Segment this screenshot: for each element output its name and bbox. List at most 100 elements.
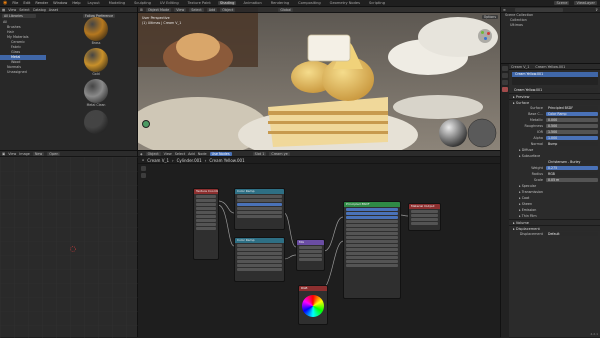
node-header[interactable]: Principled BSDF — [344, 202, 400, 207]
node-socket-row[interactable] — [196, 199, 216, 202]
node-socket-row[interactable] — [346, 212, 398, 215]
workspace-tab-shading[interactable]: Shading — [217, 1, 237, 5]
orientation-dropdown[interactable]: Global — [278, 7, 294, 12]
asset-thumbnail[interactable]: Metal Clean — [78, 79, 114, 107]
node-socket-row[interactable] — [346, 228, 398, 231]
node-socket-row[interactable] — [299, 246, 322, 249]
modifier-tab-icon[interactable] — [502, 80, 508, 85]
material-slot-list[interactable]: Cream Yellow.001 — [512, 72, 598, 85]
asset-thumbnail[interactable]: Gold — [78, 48, 114, 76]
viewport-menu-view[interactable]: View — [174, 7, 187, 12]
catalog-item-unassigned[interactable]: Unassigned — [0, 70, 46, 75]
navigation-gizmo[interactable] — [478, 29, 492, 43]
node-socket-row[interactable] — [196, 195, 216, 198]
property-field[interactable]: RGB — [546, 171, 598, 177]
displacement-field[interactable]: Default — [546, 231, 598, 237]
image-menu-view[interactable]: View — [8, 152, 16, 156]
node-socket-row[interactable] — [237, 260, 282, 263]
axis-x-icon[interactable] — [487, 32, 490, 35]
node-socket-row[interactable] — [196, 227, 216, 230]
property-field[interactable]: Christensen - Burley — [546, 159, 598, 165]
node-socket-row[interactable] — [346, 248, 398, 251]
axis-y-icon[interactable] — [481, 31, 484, 34]
node-socket-row[interactable] — [346, 252, 398, 255]
node-socket-row[interactable] — [237, 252, 282, 255]
asset-browser-editor-icon[interactable]: ▦ — [2, 8, 5, 12]
node-socket-row[interactable] — [411, 214, 438, 217]
mode-dropdown[interactable]: Object Mode — [145, 7, 172, 12]
viewport-menu-select[interactable]: Select — [189, 7, 204, 12]
node-socket-row[interactable] — [196, 215, 216, 218]
asset-menu-select[interactable]: Select — [19, 8, 29, 12]
workspace-tab-geometry-nodes[interactable]: Geometry Nodes — [328, 1, 362, 5]
node-socket-row[interactable] — [346, 240, 398, 243]
menu-edit[interactable]: Edit — [23, 1, 30, 5]
viewport-tool-icon[interactable] — [142, 120, 150, 128]
node-socket-row[interactable] — [346, 264, 398, 267]
property-field[interactable]: 0.275 — [546, 165, 598, 171]
node-socket-row[interactable] — [237, 248, 282, 251]
axis-z-icon[interactable] — [484, 37, 487, 40]
node-header[interactable]: Color Ramp — [235, 238, 284, 243]
node-header[interactable]: Material Output — [409, 204, 440, 209]
node-socket-row[interactable] — [346, 256, 398, 259]
asset-menu-asset[interactable]: Asset — [49, 8, 58, 12]
workspace-tab-scripting[interactable]: Scripting — [367, 1, 387, 5]
node-socket-row[interactable] — [237, 199, 282, 202]
node-socket-row[interactable] — [237, 244, 282, 247]
asset-thumbnail[interactable] — [78, 110, 114, 134]
property-field[interactable]: 0.000 — [546, 117, 598, 123]
workspace-tab-compositing[interactable]: Compositing — [296, 1, 323, 5]
node-socket-row[interactable] — [196, 211, 216, 214]
menu-window[interactable]: Window — [53, 1, 67, 5]
viewport-menu-object[interactable]: Object — [220, 7, 236, 12]
node-color-ramp[interactable]: Color Ramp — [234, 237, 285, 282]
scene-selector[interactable]: Scene — [554, 1, 570, 5]
node-socket-row[interactable] — [237, 268, 282, 271]
property-field[interactable]: Bump — [546, 141, 598, 147]
node-socket-row[interactable] — [346, 244, 398, 247]
node-socket-row[interactable] — [237, 264, 282, 267]
node-header[interactable]: RGB — [299, 286, 327, 291]
asset-menu-view[interactable]: View — [8, 8, 16, 12]
open-image-button[interactable]: Open — [47, 151, 61, 156]
new-image-button[interactable]: New — [32, 151, 45, 156]
material-tab-icon[interactable] — [502, 87, 508, 92]
options-button[interactable]: Options — [481, 15, 498, 19]
workspace-tab-animation[interactable]: Animation — [241, 1, 263, 5]
node-socket-row[interactable] — [237, 207, 282, 210]
node-socket-row[interactable] — [237, 195, 282, 198]
material-slot-item[interactable]: Cream Yellow.001 — [512, 72, 598, 77]
node-socket-row[interactable] — [196, 219, 216, 222]
workspace-tab-layout[interactable]: Layout — [86, 1, 102, 5]
node-socket-row[interactable] — [299, 254, 322, 257]
menu-render[interactable]: Render — [35, 1, 48, 5]
material-name-field[interactable]: Cream Yellow.001 — [512, 87, 598, 93]
view-layer-selector[interactable]: ViewLayer — [574, 1, 597, 5]
node-texture-coordinate[interactable]: Texture Coordinate — [193, 188, 219, 260]
image-editor-icon[interactable]: ▣ — [2, 152, 5, 156]
viewport-editor-icon[interactable]: ⊞ — [140, 8, 143, 12]
node-socket-row[interactable] — [346, 236, 398, 239]
node-socket-row[interactable] — [237, 203, 282, 206]
node-header[interactable]: Color Ramp — [235, 189, 284, 194]
3d-viewport[interactable]: ⊞ Object Mode View Select Add Object Global Us… — [138, 7, 500, 150]
outliner-search[interactable] — [514, 7, 563, 12]
render-tab-icon[interactable] — [502, 66, 508, 71]
node-rgb[interactable]: RGB — [298, 285, 328, 325]
outliner-editor-icon[interactable]: ≡ — [503, 8, 506, 12]
node-socket-row[interactable] — [346, 260, 398, 263]
menu-file[interactable]: File — [12, 1, 18, 5]
node-socket-row[interactable] — [411, 210, 438, 213]
node-socket-row[interactable] — [411, 222, 438, 225]
workspace-tab-uv-editing[interactable]: UV Editing — [158, 1, 181, 5]
node-socket-row[interactable] — [299, 250, 322, 253]
surface-shader-field[interactable]: Principled BSDF — [546, 105, 598, 111]
library-dropdown[interactable]: All Libraries — [2, 13, 36, 18]
node-header[interactable]: Texture Coordinate — [194, 189, 218, 194]
workspace-tab-texture-paint[interactable]: Texture Paint — [186, 1, 213, 5]
asset-menu-catalog[interactable]: Catalog — [33, 8, 46, 12]
property-field[interactable]: Color Ramp — [546, 111, 598, 117]
workspace-tab-rendering[interactable]: Rendering — [269, 1, 291, 5]
node-socket-row[interactable] — [346, 216, 398, 219]
